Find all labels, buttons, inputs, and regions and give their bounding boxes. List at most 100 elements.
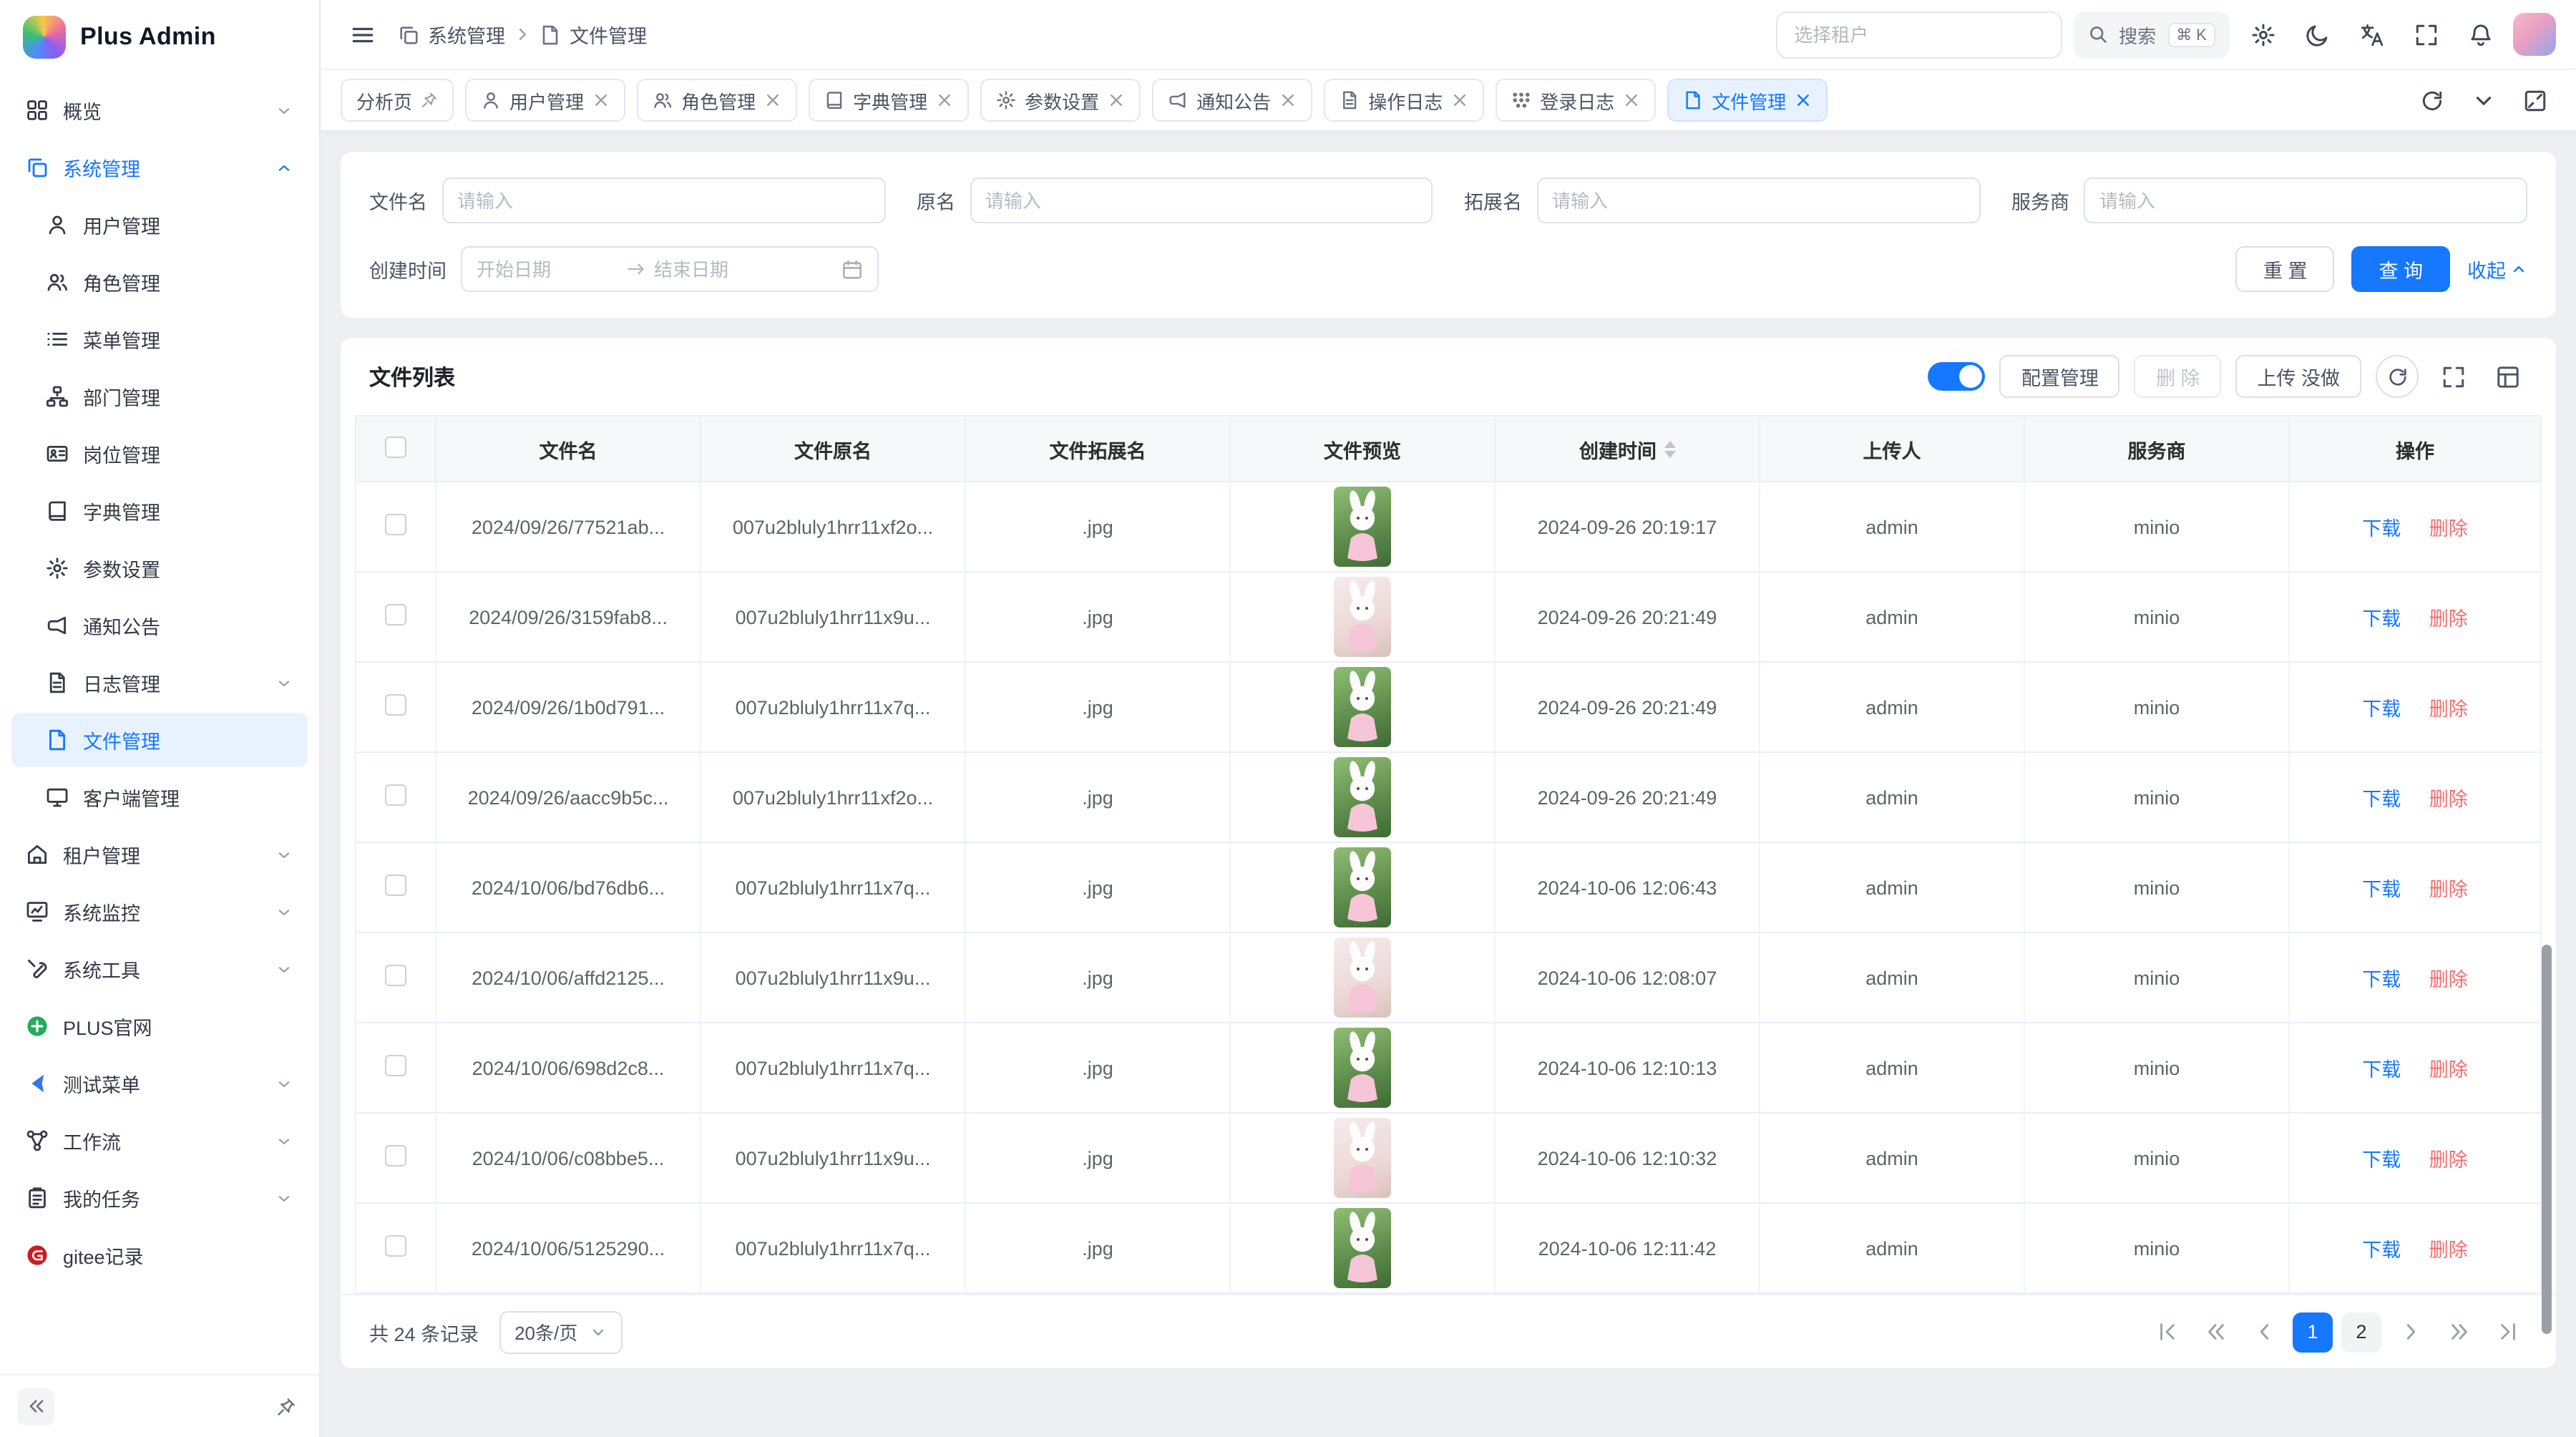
- row-checkbox[interactable]: [385, 1055, 406, 1076]
- sidebar-item[interactable]: 我的任务: [11, 1171, 308, 1225]
- download-link[interactable]: 下载: [2362, 698, 2401, 720]
- file-preview-image[interactable]: [1334, 487, 1391, 567]
- file-preview-image[interactable]: [1334, 1118, 1391, 1198]
- sidebar-item[interactable]: 参数设置: [11, 541, 308, 595]
- filename-input[interactable]: [441, 177, 885, 223]
- tab[interactable]: 分析页: [341, 79, 454, 122]
- col-created-sortable[interactable]: 创建时间: [1579, 434, 1675, 463]
- sidebar-item[interactable]: 工作流: [11, 1114, 308, 1168]
- first-page-button[interactable]: [2147, 1312, 2187, 1352]
- next-5-pages-button[interactable]: [2439, 1312, 2479, 1352]
- end-date-input[interactable]: [654, 258, 794, 280]
- tab-close-icon[interactable]: [1108, 92, 1125, 109]
- sidebar-item[interactable]: PLUS官网: [11, 999, 308, 1053]
- download-link[interactable]: 下载: [2362, 879, 2401, 900]
- download-link[interactable]: 下载: [2362, 1149, 2401, 1171]
- search-toggle-switch[interactable]: [1928, 362, 1986, 391]
- tab[interactable]: 角色管理: [637, 79, 797, 122]
- fullscreen-icon[interactable]: [2404, 13, 2447, 56]
- delete-link[interactable]: 删除: [2429, 1149, 2468, 1171]
- sidebar-item[interactable]: gitee记录: [11, 1228, 308, 1282]
- table-fullscreen-icon[interactable]: [2433, 356, 2473, 396]
- date-range-picker[interactable]: [461, 246, 879, 292]
- settings-gear-icon[interactable]: [2241, 13, 2284, 56]
- download-link[interactable]: 下载: [2362, 608, 2401, 630]
- row-checkbox[interactable]: [385, 965, 406, 986]
- delete-link[interactable]: 删除: [2429, 608, 2468, 630]
- sidebar-item[interactable]: 菜单管理: [11, 312, 308, 366]
- tab[interactable]: 文件管理: [1667, 79, 1828, 122]
- row-checkbox[interactable]: [385, 875, 406, 896]
- select-all-checkbox[interactable]: [385, 436, 406, 457]
- reset-button[interactable]: 重 置: [2236, 246, 2335, 292]
- row-checkbox[interactable]: [385, 1145, 406, 1166]
- next-page-button[interactable]: [2390, 1312, 2430, 1352]
- collapse-filter-link[interactable]: 收起: [2467, 255, 2527, 283]
- delete-link[interactable]: 删除: [2429, 698, 2468, 720]
- download-link[interactable]: 下载: [2362, 518, 2401, 540]
- tab-close-icon[interactable]: [1451, 92, 1468, 109]
- sidebar-collapse-button[interactable]: [17, 1388, 54, 1425]
- origin-name-input[interactable]: [970, 177, 1433, 223]
- table-scrollbar[interactable]: [2542, 945, 2552, 1334]
- sidebar-item[interactable]: 租户管理: [11, 827, 308, 882]
- download-link[interactable]: 下载: [2362, 789, 2401, 810]
- breadcrumb-item-system[interactable]: 系统管理: [398, 20, 505, 49]
- delete-link[interactable]: 删除: [2429, 879, 2468, 900]
- sidebar-item[interactable]: 部门管理: [11, 369, 308, 424]
- file-preview-image[interactable]: [1334, 667, 1391, 747]
- download-link[interactable]: 下载: [2362, 1239, 2401, 1261]
- sidebar-item[interactable]: 系统管理: [11, 140, 308, 195]
- table-refresh-icon[interactable]: [2376, 355, 2419, 398]
- page-number-button[interactable]: 1: [2293, 1312, 2333, 1352]
- sidebar-item[interactable]: 用户管理: [11, 198, 308, 252]
- tab-close-icon[interactable]: [1279, 92, 1297, 109]
- sidebar-item[interactable]: 日志管理: [11, 656, 308, 710]
- delete-link[interactable]: 删除: [2429, 1239, 2468, 1261]
- pin-icon[interactable]: [421, 92, 438, 109]
- file-preview-image[interactable]: [1334, 1028, 1391, 1108]
- notifications-bell-icon[interactable]: [2459, 13, 2502, 56]
- delete-link[interactable]: 删除: [2429, 969, 2468, 990]
- prev-5-pages-button[interactable]: [2195, 1312, 2235, 1352]
- upload-button[interactable]: 上传 没做: [2235, 355, 2361, 398]
- sidebar-item[interactable]: 系统监控: [11, 885, 308, 939]
- tab[interactable]: 参数设置: [980, 79, 1141, 122]
- search-button[interactable]: 查 询: [2351, 246, 2450, 292]
- delete-link[interactable]: 删除: [2429, 1059, 2468, 1081]
- dark-mode-moon-icon[interactable]: [2296, 13, 2338, 56]
- row-checkbox[interactable]: [385, 514, 406, 535]
- provider-input[interactable]: [2084, 177, 2527, 223]
- download-link[interactable]: 下载: [2362, 969, 2401, 990]
- sidebar-item[interactable]: 文件管理: [11, 713, 308, 767]
- sidebar-item[interactable]: 系统工具: [11, 942, 308, 996]
- sidebar-item[interactable]: 角色管理: [11, 255, 308, 309]
- column-settings-icon[interactable]: [2487, 356, 2527, 396]
- row-checkbox[interactable]: [385, 784, 406, 806]
- sidebar-item[interactable]: 概览: [11, 83, 308, 137]
- sidebar-item[interactable]: 字典管理: [11, 484, 308, 538]
- file-preview-image[interactable]: [1334, 757, 1391, 837]
- logo[interactable]: Plus Admin: [0, 0, 319, 74]
- tab[interactable]: 用户管理: [465, 79, 625, 122]
- sidebar-item[interactable]: 岗位管理: [11, 427, 308, 481]
- tenant-select[interactable]: [1775, 11, 2062, 58]
- tab-close-icon[interactable]: [592, 92, 610, 109]
- breadcrumb-item-file[interactable]: 文件管理: [540, 20, 647, 49]
- sidebar-pin-icon[interactable]: [270, 1390, 302, 1422]
- config-manage-button[interactable]: 配置管理: [2000, 355, 2120, 398]
- content-fullscreen-icon[interactable]: [2513, 79, 2556, 122]
- tab[interactable]: 字典管理: [809, 79, 969, 122]
- sidebar-item[interactable]: 通知公告: [11, 598, 308, 653]
- file-preview-image[interactable]: [1334, 577, 1391, 657]
- file-preview-image[interactable]: [1334, 1208, 1391, 1288]
- tabs-refresh-icon[interactable]: [2410, 79, 2453, 122]
- tab-close-icon[interactable]: [1623, 92, 1640, 109]
- download-link[interactable]: 下载: [2362, 1059, 2401, 1081]
- hamburger-menu-icon[interactable]: [341, 13, 384, 56]
- file-preview-image[interactable]: [1334, 847, 1391, 927]
- start-date-input[interactable]: [477, 258, 617, 280]
- tab[interactable]: 操作日志: [1324, 79, 1484, 122]
- global-search[interactable]: 搜索 ⌘ K: [2073, 11, 2230, 58]
- page-size-select[interactable]: 20条/页: [499, 1310, 622, 1353]
